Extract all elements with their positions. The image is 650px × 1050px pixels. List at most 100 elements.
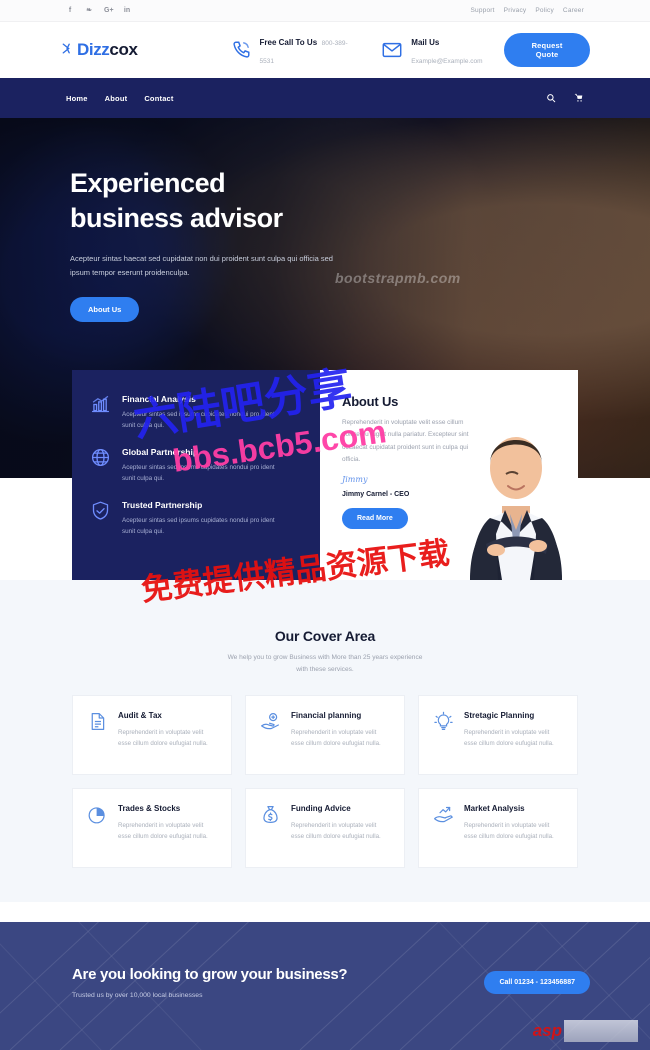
lightbulb-icon [433,711,454,732]
facebook-icon[interactable]: f [66,7,74,14]
feature-text: Acepteur sintas sed ipsums cupidates non… [122,411,275,430]
contact-mail[interactable]: Mail Us Example@Example.com [381,32,504,68]
hero-paragraph: Acepteur sintas haecat sed cupidatat non… [70,254,333,277]
service-text: Reprehenderit in voluptate velit esse ci… [118,821,208,840]
hero-title-line2: business advisor [70,202,283,233]
twitter-icon[interactable]: ❧ [85,7,93,14]
service-text: Reprehenderit in voluptate velit esse ci… [291,728,381,747]
service-card[interactable]: Stretagic Planning Reprehenderit in volu… [418,695,578,776]
cta-section: Are you looking to grow your business? T… [0,922,650,1050]
service-title: Funding Advice [291,804,351,814]
linkedin-icon[interactable]: in [123,7,131,14]
logo[interactable]: Dizzcox [60,40,138,60]
services-subheading-line1: We help you to grow Business with More t… [227,654,423,661]
top-link-policy[interactable]: Policy [535,7,554,14]
feature-text: Acepteur sintas sed ipsums cupidates non… [122,517,275,536]
services-heading-block: Our Cover Area We help you to grow Busin… [0,628,650,676]
document-icon [87,711,108,732]
contact-mail-value: Example@Example.com [411,58,483,65]
intro-cards-row: Financial Analysis Acepteur sintas sed i… [72,370,578,580]
contact-mail-title: Mail Us [411,38,440,47]
service-body: Trades & Stocks Reprehenderit in volupta… [118,804,217,850]
feature-title: Trusted Partnership [122,500,203,511]
service-title: Audit & Tax [118,711,162,721]
service-card[interactable]: Market Analysis Reprehenderit in volupta… [418,788,578,869]
hero-about-us-button[interactable]: About Us [70,296,140,322]
feature-text: Acepteur sintas sed ipsums cupidates non… [122,464,275,483]
nav-links: Home About Contact [66,94,174,103]
service-card[interactable]: Trades & Stocks Reprehenderit in volupta… [72,788,232,869]
landing-page: f ❧ G+ in Support Privacy Policy Career … [0,0,650,1050]
cta-call-button[interactable]: Call 01234 - 123456887 [484,971,590,994]
top-link-career[interactable]: Career [563,7,584,14]
service-card[interactable]: Audit & Tax Reprehenderit in voluptate v… [72,695,232,776]
feature-item[interactable]: Trusted Partnership Acepteur sintas sed … [90,500,302,537]
service-body: Financial planning Reprehenderit in volu… [291,711,390,757]
contact-mail-text: Mail Us Example@Example.com [411,32,504,68]
globe-icon [90,447,111,468]
contact-phone[interactable]: Free Call To Us 800-389-5531 [230,32,352,68]
contact-phone-title: Free Call To Us [259,38,318,47]
service-title: Market Analysis [464,804,525,814]
googleplus-icon[interactable]: G+ [104,7,114,14]
nav-item-contact[interactable]: Contact [144,94,173,103]
logo-text-first: Dizz [77,40,110,59]
hero-content: Experienced business advisor Acepteur si… [0,118,650,322]
service-text: Reprehenderit in voluptate velit esse ci… [291,821,381,840]
hero-title-line1: Experienced [70,168,226,198]
pie-chart-icon [87,804,108,825]
service-body: Funding Advice Reprehenderit in voluptat… [291,804,390,850]
top-link-support[interactable]: Support [470,7,494,14]
logo-text-second: cox [109,40,138,59]
hand-chart-icon [433,804,454,825]
feature-title: Global Partnership [122,447,199,458]
service-card[interactable]: Financial planning Reprehenderit in volu… [245,695,405,776]
service-text: Reprehenderit in voluptate velit esse ci… [118,728,208,747]
service-text: Reprehenderit in voluptate velit esse ci… [464,728,554,747]
cta-heading: Are you looking to grow your business? [72,966,348,983]
chart-bars-icon [90,394,111,415]
features-card: Financial Analysis Acepteur sintas sed i… [72,370,320,580]
service-title: Stretagic Planning [464,711,535,721]
cart-icon[interactable] [574,93,584,103]
header-contacts: Free Call To Us 800-389-5531 Mail Us Exa… [230,32,505,68]
feature-item[interactable]: Global Partnership Acepteur sintas sed i… [90,447,302,484]
services-subheading: We help you to grow Business with More t… [0,652,650,676]
service-title: Financial planning [291,711,362,721]
service-body: Stretagic Planning Reprehenderit in volu… [464,711,563,757]
service-text: Reprehenderit in voluptate velit esse ci… [464,821,554,840]
nav-icons [546,93,584,103]
service-title: Trades & Stocks [118,804,181,814]
read-more-button[interactable]: Read More [342,507,408,529]
feature-body: Financial Analysis Acepteur sintas sed i… [122,394,282,431]
service-card[interactable]: Funding Advice Reprehenderit in voluptat… [245,788,405,869]
cta-text-block: Are you looking to grow your business? T… [72,966,348,999]
nav-item-home[interactable]: Home [66,94,88,103]
logo-mark-icon [60,42,73,58]
service-body: Market Analysis Reprehenderit in volupta… [464,804,563,850]
feature-item[interactable]: Financial Analysis Acepteur sintas sed i… [90,394,302,431]
top-utility-links: Support Privacy Policy Career [470,7,584,14]
phone-icon [230,39,252,61]
services-section: Our Cover Area We help you to grow Busin… [0,580,650,902]
social-links: f ❧ G+ in [66,7,131,14]
cta-content: Are you looking to grow your business? T… [0,922,650,999]
logo-text: Dizzcox [77,40,138,60]
site-header: Dizzcox Free Call To Us 800-389-5531 Mai… [0,22,650,78]
shield-handshake-icon [90,500,111,521]
feature-body: Trusted Partnership Acepteur sintas sed … [122,500,282,537]
top-bar: f ❧ G+ in Support Privacy Policy Career [0,0,650,22]
hero-title: Experienced business advisor [70,166,370,235]
search-icon[interactable] [546,93,556,103]
services-heading: Our Cover Area [274,628,376,644]
ceo-photo [450,394,578,580]
money-bag-icon [260,804,281,825]
request-quote-button[interactable]: Request Quote [504,33,590,67]
about-card: About Us Reprehenderit in voluptate veli… [320,370,578,580]
services-subheading-line2: with these services. [296,666,354,674]
services-grid: Audit & Tax Reprehenderit in voluptate v… [0,695,650,869]
top-link-privacy[interactable]: Privacy [504,7,527,14]
nav-item-about[interactable]: About [105,94,128,103]
hand-coin-icon [260,711,281,732]
feature-title: Financial Analysis [122,394,196,404]
